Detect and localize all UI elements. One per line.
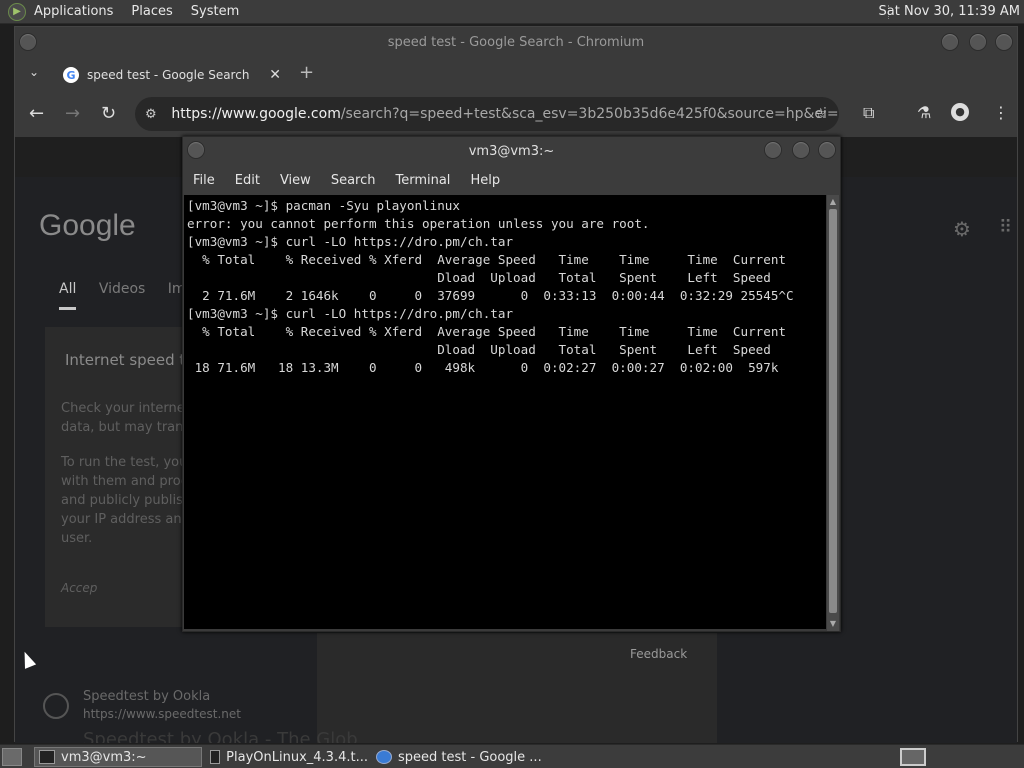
new-tab-icon[interactable]: +	[299, 62, 314, 83]
scroll-down-icon[interactable]: ▼	[828, 619, 838, 629]
menu-help[interactable]: Help	[470, 173, 500, 188]
bottom-panel: vm3@vm3:~ PlayOnLinux_4.3.4.t... speed t…	[0, 744, 1024, 768]
workspace-switcher[interactable]	[900, 748, 926, 766]
address-bar[interactable]: ⚙ https://www.google.com /search?q=speed…	[135, 97, 839, 131]
menu-search[interactable]: Search	[331, 173, 376, 188]
scrollbar-thumb[interactable]	[829, 209, 837, 613]
menu-file[interactable]: File	[193, 173, 215, 188]
chromium-titlebar[interactable]: speed test - Google Search - Chromium	[15, 27, 1017, 57]
top-panel: ▶ Applications Places System Sat Nov 30,…	[0, 0, 1024, 24]
terminal-menubar: File Edit View Search Terminal Help	[183, 165, 840, 195]
terminal-line: 2 71.6M 2 1646k 0 0 37699 0 0:33:13 0:00…	[187, 288, 794, 303]
window-menu-button[interactable]	[19, 33, 37, 51]
menu-places[interactable]: Places	[131, 4, 172, 19]
terminal-line: Dload Upload Total Spent Left Speed	[187, 270, 771, 285]
forward-arrow-icon[interactable]: →	[65, 103, 80, 124]
tab-speed-test[interactable]: G speed test - Google Search ✕	[55, 59, 289, 91]
terminal-maximize-button[interactable]	[792, 141, 810, 159]
close-button[interactable]	[995, 33, 1013, 51]
reload-icon[interactable]: ↻	[101, 103, 116, 124]
terminal-titlebar[interactable]: vm3@vm3:~	[183, 137, 840, 165]
taskbar-item-terminal[interactable]: vm3@vm3:~	[34, 747, 202, 767]
taskbar-item-label: speed test - Google ...	[398, 749, 542, 765]
terminal-line: 18 71.6M 18 13.3M 0 0 498k 0 0:02:27 0:0…	[187, 360, 779, 375]
show-desktop-icon[interactable]	[2, 747, 22, 766]
url-host: https://www.google.com	[171, 106, 341, 122]
chromium-app-icon	[376, 750, 392, 764]
profile-avatar-icon[interactable]: ●	[951, 103, 969, 121]
terminal-minimize-button[interactable]	[764, 141, 782, 159]
menu-applications[interactable]: Applications	[34, 4, 113, 19]
accept-link[interactable]: Accep	[61, 581, 97, 595]
maximize-button[interactable]	[969, 33, 987, 51]
extensions-icon[interactable]: ⧉	[863, 103, 874, 123]
bookmark-star-icon[interactable]: ☆	[814, 106, 827, 122]
minimize-button[interactable]	[941, 33, 959, 51]
taskbar-item-chromium[interactable]: speed test - Google ...	[372, 747, 552, 767]
clock[interactable]: Sat Nov 30, 11:39 AM	[879, 4, 1020, 19]
terminal-line: % Total % Received % Xferd Average Speed…	[187, 252, 786, 267]
tab-close-icon[interactable]: ✕	[269, 67, 281, 83]
scroll-up-icon[interactable]: ▲	[828, 197, 838, 207]
menu-view[interactable]: View	[280, 173, 311, 188]
taskbar-item-playonlinux[interactable]: PlayOnLinux_4.3.4.t...	[206, 747, 368, 767]
taskbar-item-label: PlayOnLinux_4.3.4.t...	[226, 749, 368, 765]
terminal-scrollbar[interactable]: ▲ ▼	[827, 195, 839, 631]
terminal-line: [vm3@vm3 ~]$ pacman -Syu playonlinux	[187, 198, 460, 213]
terminal-line: % Total % Received % Xferd Average Speed…	[187, 324, 786, 339]
card-title: Internet speed te	[65, 351, 195, 369]
google-logo[interactable]: Google	[39, 209, 136, 243]
menu-system[interactable]: System	[191, 4, 239, 19]
feedback-link[interactable]: Feedback	[630, 647, 687, 661]
window-title: speed test - Google Search - Chromium	[387, 34, 645, 50]
terminal-title: vm3@vm3:~	[468, 143, 555, 159]
result-heading[interactable]: Speedtest by Ookla - The Glob	[83, 729, 358, 743]
tab-search-chevron-icon[interactable]: ⌄	[29, 65, 39, 79]
url-path: /search?q=speed+test&sca_esv=3b250b35d6e…	[340, 106, 839, 122]
site-info-icon[interactable]: ⚙	[145, 107, 163, 122]
google-favicon-icon: G	[63, 67, 79, 83]
back-arrow-icon[interactable]: ←	[29, 103, 44, 124]
search-tab-all[interactable]: All	[59, 281, 77, 310]
tab-title: speed test - Google Search	[87, 68, 250, 82]
result-site-name: Speedtest by Ookla	[83, 689, 211, 704]
settings-gear-icon[interactable]: ⚙	[953, 217, 971, 241]
terminal-line: [vm3@vm3 ~]$ curl -LO https://dro.pm/ch.…	[187, 306, 514, 321]
tab-strip: ⌄ G speed test - Google Search ✕ +	[15, 57, 1017, 91]
terminal-output[interactable]: [vm3@vm3 ~]$ pacman -Syu playonlinux erro…	[184, 195, 826, 629]
labs-flask-icon[interactable]: ⚗	[917, 103, 931, 122]
result-url: https://www.speedtest.net	[83, 707, 241, 721]
terminal-line: [vm3@vm3 ~]$ curl -LO https://dro.pm/ch.…	[187, 234, 514, 249]
taskbar-item-label: vm3@vm3:~	[61, 749, 147, 765]
terminal-window: vm3@vm3:~ File Edit View Search Terminal…	[182, 136, 841, 632]
terminal-close-button[interactable]	[818, 141, 836, 159]
apps-grid-icon[interactable]: ⠿	[999, 217, 1012, 238]
distro-logo-icon[interactable]: ▶	[8, 2, 26, 21]
file-app-icon	[210, 750, 221, 764]
terminal-window-menu-button[interactable]	[187, 141, 205, 159]
search-tab-videos[interactable]: Videos	[99, 281, 146, 297]
browser-toolbar: ← → ↻ ⚙ https://www.google.com /search?q…	[15, 91, 1017, 137]
kebab-menu-icon[interactable]: ⋮	[993, 103, 1009, 122]
speedtest-favicon-icon	[43, 693, 69, 719]
menu-terminal[interactable]: Terminal	[395, 173, 450, 188]
terminal-line: Dload Upload Total Spent Left Speed	[187, 342, 771, 357]
menu-edit[interactable]: Edit	[235, 173, 260, 188]
terminal-line: error: you cannot perform this operation…	[187, 216, 650, 231]
terminal-app-icon	[39, 750, 55, 764]
